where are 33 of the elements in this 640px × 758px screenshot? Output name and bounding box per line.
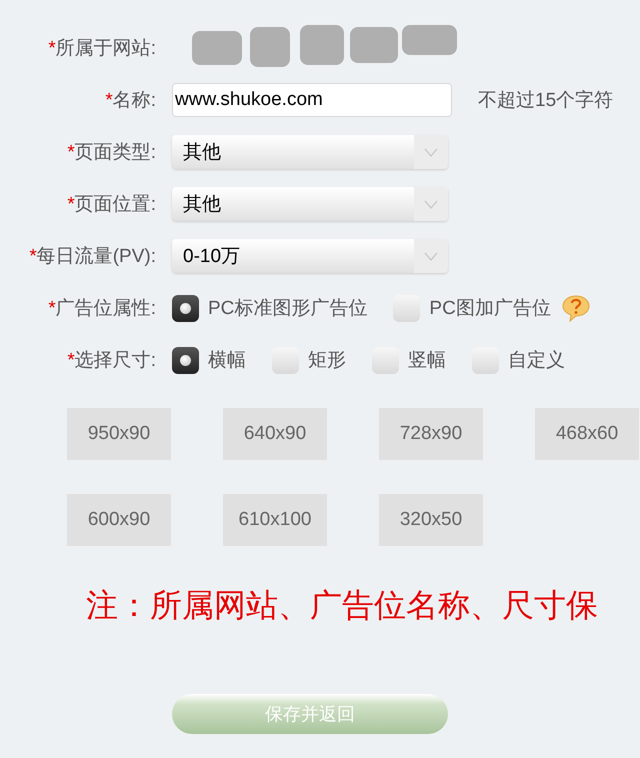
field-label: *广告位属性:: [47, 297, 156, 321]
size-option[interactable]: 320x50: [379, 494, 483, 546]
help-icon[interactable]: [560, 294, 591, 322]
radio-label: PC标准图形广告位: [208, 297, 368, 321]
radio-label: 自定义: [508, 349, 565, 373]
radio-label: 矩形: [308, 349, 346, 373]
radio-label: 横幅: [208, 349, 246, 373]
select-field[interactable]: 0-10万: [172, 239, 448, 273]
select-field[interactable]: 其他: [172, 135, 448, 169]
radio-button[interactable]: [272, 346, 299, 374]
size-option[interactable]: 640x90: [223, 408, 327, 460]
field-label: *每日流量(PV):: [28, 245, 156, 269]
size-option[interactable]: 600x90: [67, 494, 171, 546]
radio-button[interactable]: [372, 346, 399, 374]
size-option[interactable]: 468x60: [535, 408, 639, 460]
size-option[interactable]: 950x90: [67, 408, 171, 460]
radio-label: PC图加广告位: [429, 297, 551, 321]
field-label: *名称:: [104, 89, 156, 113]
radio-button[interactable]: [393, 294, 420, 322]
size-option[interactable]: 610x100: [223, 494, 327, 546]
name-input[interactable]: www.shukoe.com: [172, 83, 452, 117]
select-field[interactable]: 其他: [172, 187, 448, 221]
note-text: 注：所属网站、广告位名称、尺寸保: [86, 586, 599, 625]
field-label: *选择尺寸:: [66, 349, 156, 373]
radio-button[interactable]: [172, 346, 199, 374]
field-hint: 不超过15个字符: [478, 89, 614, 113]
field-label: *页面位置:: [66, 193, 156, 217]
radio-button[interactable]: [472, 346, 499, 374]
size-option[interactable]: 728x90: [379, 408, 483, 460]
field-label: *页面类型:: [66, 141, 156, 165]
field-label: *所属于网站:: [47, 37, 156, 61]
radio-label: 竖幅: [408, 349, 446, 373]
radio-button[interactable]: [172, 294, 199, 322]
